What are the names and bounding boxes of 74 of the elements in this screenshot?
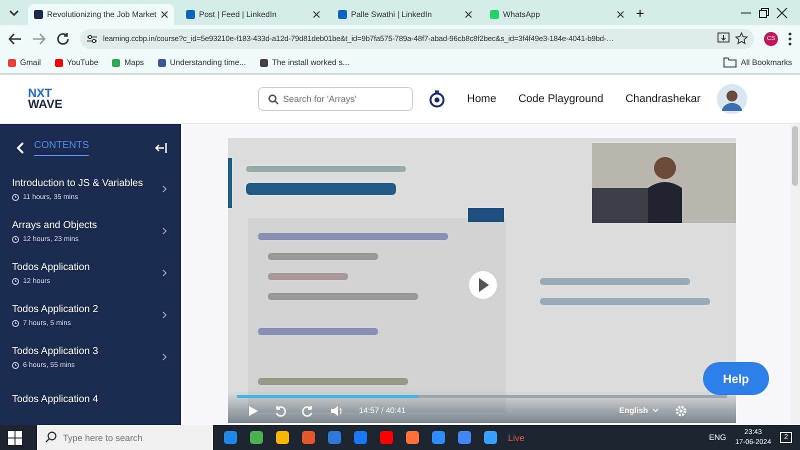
bookmark-link[interactable]: Gmail <box>8 58 41 67</box>
language-indicator[interactable]: ENG <box>708 433 726 442</box>
nav-link[interactable]: Code Playground <box>518 93 604 105</box>
play-icon[interactable] <box>249 406 258 416</box>
nav-link[interactable]: Home <box>467 93 496 105</box>
bookmark-link[interactable]: The install worked s... <box>260 58 350 67</box>
taskbar-app-icon[interactable] <box>302 431 315 444</box>
taskbar-app-icon[interactable] <box>354 431 367 444</box>
close-icon[interactable] <box>161 11 168 18</box>
install-icon[interactable] <box>717 32 730 45</box>
taskbar-app-icon[interactable] <box>406 431 419 444</box>
help-button[interactable]: Help <box>703 362 769 395</box>
taskbar-app-icon[interactable] <box>432 431 445 444</box>
taskbar-app-icon[interactable] <box>484 431 497 444</box>
collapse-icon[interactable] <box>155 142 167 154</box>
browser-tab[interactable]: Post | Feed | LinkedIn <box>180 4 326 25</box>
browser-tab[interactable]: Revolutionizing the Job Market <box>28 4 174 25</box>
live-label[interactable]: Live <box>508 432 525 442</box>
clock-icon <box>12 320 19 326</box>
favicon-icon <box>34 10 43 19</box>
favicon-icon <box>338 10 347 19</box>
close-icon[interactable] <box>465 11 472 18</box>
search-icon <box>268 94 279 105</box>
new-tab-button[interactable]: + <box>636 4 644 20</box>
clock-icon <box>12 362 19 368</box>
taskbar-app-icon[interactable] <box>328 431 341 444</box>
chevron-icon <box>162 311 167 319</box>
settings-icon[interactable] <box>675 404 687 416</box>
chevron-icon <box>162 185 167 193</box>
restore-icon[interactable] <box>758 6 770 18</box>
user-name[interactable]: Chandrashekar <box>625 93 701 105</box>
taskbar-app-icon[interactable] <box>224 431 237 444</box>
user-avatar[interactable] <box>716 84 747 114</box>
bookmark-link[interactable]: YouTube <box>54 58 98 67</box>
logo[interactable]: NXT WAVE <box>28 88 242 110</box>
close-icon[interactable] <box>617 11 624 18</box>
search-icon <box>45 431 57 443</box>
all-bookmarks-link[interactable]: All Bookmarks <box>740 58 792 67</box>
favicon-icon <box>490 10 499 19</box>
taskbar-app-icon[interactable] <box>380 431 393 444</box>
taskbar-app-icon[interactable] <box>458 431 471 444</box>
close-icon[interactable] <box>313 11 320 18</box>
clock-icon <box>12 236 19 242</box>
clock-icon <box>12 278 19 284</box>
time-display: 14:57 / 40:41 <box>359 406 406 415</box>
taskbar-search-field[interactable]: Type here to search <box>37 425 213 450</box>
reload-icon[interactable] <box>56 32 70 46</box>
chevron-icon <box>162 353 167 361</box>
windows-start-icon[interactable] <box>8 430 22 444</box>
chevron-down-icon <box>652 408 659 413</box>
browser-tab[interactable]: WhatsApp <box>484 4 630 25</box>
taskbar-app-icon[interactable] <box>250 431 263 444</box>
rewind-icon[interactable] <box>274 404 286 416</box>
search-field[interactable]: Search for 'Arrays' <box>258 87 413 111</box>
contents-tab[interactable]: CONTENTS <box>34 140 89 156</box>
menu-icon[interactable] <box>788 32 792 46</box>
chevron-icon <box>162 269 167 277</box>
browser-tab[interactable]: Palle Swathi | LinkedIn <box>332 4 478 25</box>
close-icon[interactable] <box>776 6 788 18</box>
site-settings-icon[interactable] <box>86 32 98 44</box>
back-icon[interactable] <box>8 32 22 46</box>
bookmark-link[interactable]: Understanding time... <box>158 58 246 67</box>
clock-icon <box>12 194 19 200</box>
folder-icon[interactable] <box>722 57 737 68</box>
volume-icon[interactable] <box>330 404 343 416</box>
star-icon[interactable] <box>735 32 748 45</box>
taskbar-app-icon[interactable] <box>276 431 289 444</box>
bookmark-link[interactable]: Maps <box>112 58 144 67</box>
module-item[interactable]: Todos Application 4 <box>12 378 167 420</box>
chevron-icon <box>162 227 167 235</box>
scrollbar-thumb[interactable] <box>792 126 798 186</box>
stopwatch-icon[interactable] <box>429 90 445 108</box>
forward-icon[interactable] <box>32 32 46 46</box>
favicon-icon <box>186 10 195 19</box>
